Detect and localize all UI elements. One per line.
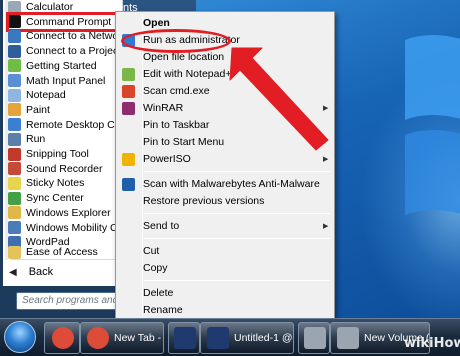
photoshop-icon bbox=[173, 327, 196, 349]
windows-logo-wallpaper bbox=[405, 35, 460, 215]
submenu-arrow-icon: ▶ bbox=[323, 156, 329, 163]
chrome-icon bbox=[51, 327, 74, 349]
photoshop-icon bbox=[207, 327, 229, 349]
submenu-arrow-icon: ▶ bbox=[323, 223, 329, 230]
drive-icon bbox=[303, 327, 326, 349]
program-item[interactable]: Math Input Panel bbox=[8, 73, 124, 89]
context-menu-item[interactable]: Pin to Start Menu bbox=[143, 134, 224, 150]
malwarebytes-icon bbox=[122, 178, 135, 191]
taskbar-button[interactable]: Untitled-1 @ 66.7... bbox=[200, 322, 294, 354]
network-projector-icon bbox=[8, 29, 21, 43]
poweriso-icon bbox=[122, 153, 135, 166]
program-item[interactable]: Sync Center bbox=[8, 190, 124, 206]
program-item[interactable]: Notepad bbox=[8, 87, 124, 103]
program-item[interactable]: Getting Started bbox=[8, 58, 124, 74]
program-label: Remote Desktop Connection bbox=[26, 118, 124, 131]
back-button[interactable]: ◀ Back bbox=[9, 266, 53, 278]
program-label: Windows Mobility Center bbox=[26, 221, 124, 234]
notepad-icon bbox=[8, 88, 21, 102]
program-label: Connect to a Network Projector bbox=[26, 30, 124, 43]
program-label: Getting Started bbox=[26, 59, 97, 72]
run-icon bbox=[8, 132, 21, 146]
taskbar: New Tab - Googl...Untitled-1 @ 66.7...Ne… bbox=[0, 318, 460, 356]
program-label: Math Input Panel bbox=[26, 74, 106, 87]
context-menu: Open Run as administrator Open file locati… bbox=[115, 11, 335, 341]
mobility-center-icon bbox=[8, 221, 21, 234]
context-menu-item[interactable]: Rename bbox=[143, 302, 183, 318]
projector-icon bbox=[8, 44, 21, 58]
context-menu-item[interactable]: Cut bbox=[143, 243, 159, 259]
context-menu-item[interactable]: Scan cmd.exe bbox=[143, 83, 210, 99]
program-item[interactable]: Remote Desktop Connection bbox=[8, 117, 124, 133]
program-item[interactable]: Connect to a Network Projector bbox=[8, 28, 124, 44]
context-menu-item[interactable]: Pin to Taskbar bbox=[143, 117, 209, 133]
context-menu-item[interactable]: Scan with Malwarebytes Anti-Malware bbox=[143, 176, 320, 192]
menu-separator bbox=[144, 238, 330, 239]
wikihow-watermark: wikiHow bbox=[404, 336, 460, 351]
taskbar-button[interactable]: New Tab - Googl... bbox=[80, 322, 164, 354]
program-item[interactable]: Run bbox=[8, 131, 124, 147]
context-menu-item[interactable]: Delete bbox=[143, 285, 173, 301]
antivirus-scan-icon bbox=[122, 85, 135, 98]
notepad-plus-plus-icon bbox=[122, 68, 135, 81]
program-label: Snipping Tool bbox=[26, 148, 89, 160]
sticky-notes-icon bbox=[8, 176, 21, 190]
taskbar-button[interactable] bbox=[168, 322, 200, 354]
program-item[interactable]: Windows Mobility Center bbox=[8, 220, 124, 236]
context-menu-item[interactable]: WinRAR bbox=[143, 100, 183, 116]
divider bbox=[11, 259, 121, 260]
program-label: Notepad bbox=[26, 89, 66, 102]
program-item[interactable]: Paint bbox=[8, 102, 124, 118]
back-label: Back bbox=[28, 266, 54, 278]
program-label: Ease of Access bbox=[26, 246, 98, 258]
program-label: Paint bbox=[26, 103, 50, 116]
context-menu-item[interactable]: PowerISO bbox=[143, 151, 191, 167]
sound-recorder-icon bbox=[8, 162, 21, 176]
program-label: Sound Recorder bbox=[26, 162, 103, 175]
context-menu-item[interactable]: Send to bbox=[143, 218, 179, 234]
program-item[interactable]: Sticky Notes bbox=[8, 175, 124, 191]
program-item[interactable]: Connect to a Projector bbox=[8, 43, 124, 59]
program-item[interactable]: Windows Explorer bbox=[8, 205, 124, 221]
context-menu-item[interactable]: Edit with Notepad++ bbox=[143, 66, 238, 82]
context-menu-item[interactable]: Copy bbox=[143, 260, 168, 276]
program-label: Sticky Notes bbox=[26, 177, 85, 190]
snipping-tool-icon bbox=[8, 147, 21, 161]
back-arrow-icon: ◀ bbox=[9, 266, 17, 278]
winrar-icon bbox=[122, 102, 135, 115]
remote-desktop-icon bbox=[8, 118, 21, 132]
taskbar-button[interactable] bbox=[44, 322, 80, 354]
start-orb-button[interactable] bbox=[4, 321, 36, 353]
windows-explorer-icon bbox=[8, 206, 21, 220]
program-item[interactable]: Command Prompt bbox=[6, 11, 126, 32]
menu-separator bbox=[144, 171, 330, 172]
math-input-icon bbox=[8, 74, 21, 87]
ease-of-access-folder-icon bbox=[8, 245, 21, 259]
paint-icon bbox=[8, 103, 21, 117]
chrome-icon bbox=[87, 327, 109, 349]
program-label: Windows Explorer bbox=[26, 206, 111, 219]
taskbar-button-label: Untitled-1 @ 66.7... bbox=[234, 332, 293, 344]
program-item[interactable]: Snipping Tool bbox=[8, 146, 124, 162]
getting-started-icon bbox=[8, 59, 21, 73]
program-label: Connect to a Projector bbox=[26, 45, 124, 58]
menu-separator bbox=[144, 280, 330, 281]
command-prompt-icon bbox=[8, 15, 21, 29]
context-menu-item[interactable]: Restore previous versions bbox=[143, 193, 264, 209]
program-folder-item[interactable]: Ease of Access bbox=[8, 244, 124, 260]
program-label: Calculator bbox=[26, 1, 74, 13]
program-item[interactable]: Sound Recorder bbox=[8, 161, 124, 177]
menu-separator bbox=[144, 213, 330, 214]
taskbar-button[interactable] bbox=[298, 322, 330, 354]
drive-icon bbox=[337, 327, 359, 349]
program-label: Sync Center bbox=[26, 192, 84, 205]
program-label: Run bbox=[26, 133, 46, 146]
highlight-ellipse bbox=[121, 29, 231, 53]
calculator-icon bbox=[8, 0, 21, 14]
start-menu-program-list: Calculator Command Prompt Connect to a Net… bbox=[3, 0, 126, 286]
taskbar-button-label: New Tab - Googl... bbox=[114, 332, 163, 344]
sync-center-icon bbox=[8, 191, 21, 205]
submenu-arrow-icon: ▶ bbox=[323, 105, 329, 112]
program-label: Command Prompt bbox=[26, 15, 112, 28]
